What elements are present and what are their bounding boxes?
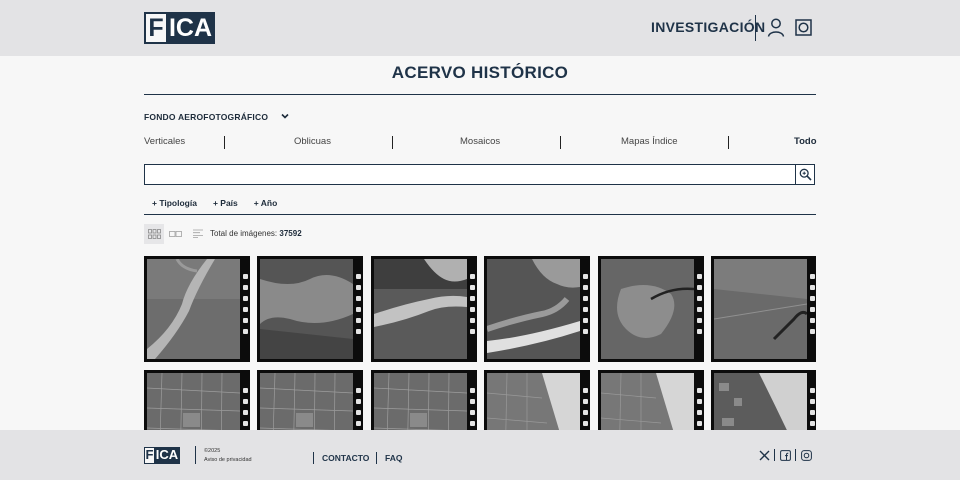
social-divider [774, 449, 775, 461]
privacy-link[interactable]: Aviso de privacidad [204, 456, 252, 465]
search-input[interactable] [145, 165, 795, 184]
header-bar: F ICA INVESTIGACIÓN [0, 0, 960, 56]
film-perforations [243, 274, 248, 340]
tab-verticales[interactable]: Verticales [144, 136, 185, 147]
chevron-down-icon [281, 113, 289, 119]
image-grid [144, 256, 816, 430]
page-title: ACERVO HISTÓRICO [391, 63, 569, 82]
image-thumbnail[interactable] [257, 256, 363, 362]
film-perforations [583, 388, 588, 430]
total-label: Total de imágenes: [210, 229, 278, 238]
logo-f: F [146, 14, 168, 42]
image-thumbnail[interactable] [371, 256, 477, 362]
image-thumbnail[interactable] [371, 370, 477, 430]
fica-logo[interactable]: F ICA [144, 12, 215, 44]
aerial-photo [487, 259, 580, 359]
filters-divider [144, 214, 816, 215]
aerial-photo [601, 259, 694, 359]
aerial-photo [147, 373, 240, 430]
tab-todo[interactable]: Todo [794, 136, 817, 147]
image-thumbnail[interactable] [598, 370, 704, 430]
aerial-photo [714, 259, 807, 359]
image-thumbnail[interactable] [257, 370, 363, 430]
title-divider [144, 94, 816, 95]
tab-divider [392, 136, 393, 149]
footer-logo-f: F [145, 447, 155, 463]
total-images: Total de imágenes: 37592 [210, 229, 302, 238]
grid-view-button[interactable] [144, 224, 164, 244]
footer-divider [313, 452, 314, 464]
image-thumbnail[interactable] [144, 370, 250, 430]
tab-divider [560, 136, 561, 149]
aerial-photo [260, 373, 353, 430]
contact-link[interactable]: CONTACTO [322, 453, 369, 463]
search-button[interactable] [795, 164, 815, 185]
nav-investigacion[interactable]: INVESTIGACIÓN [651, 19, 765, 35]
film-perforations [470, 274, 475, 340]
image-thumbnail[interactable] [711, 256, 816, 362]
aerial-photo [487, 373, 580, 430]
strip-view-icon[interactable] [169, 229, 182, 239]
footer-divider [376, 452, 377, 464]
image-thumbnail[interactable] [484, 370, 590, 430]
total-count: 37592 [279, 229, 302, 238]
aerial-photo [260, 259, 353, 359]
film-perforations [583, 274, 588, 340]
image-thumbnail[interactable] [711, 370, 816, 430]
film-perforations [697, 274, 702, 340]
faq-link[interactable]: FAQ [385, 453, 402, 463]
fondo-label: FONDO AEROFOTOGRÁFICO [144, 112, 269, 122]
social-links [758, 449, 812, 461]
aerial-photo [601, 373, 694, 430]
user-icon[interactable] [767, 18, 785, 37]
category-tabs: Verticales Oblicuas Mosaicos Mapas Índic… [144, 136, 817, 150]
film-perforations [810, 274, 815, 340]
search-icon [799, 168, 812, 181]
aerial-photo [714, 373, 807, 430]
tab-divider [728, 136, 729, 149]
logo-ica: ICA [168, 14, 213, 42]
film-perforations [470, 388, 475, 430]
film-perforations [810, 388, 815, 430]
filter-pais[interactable]: + País [213, 198, 238, 208]
filter-bar: + Tipología + País + Año [152, 198, 277, 208]
facebook-icon[interactable] [779, 449, 791, 461]
instagram-icon[interactable] [800, 449, 812, 461]
image-thumbnail[interactable] [144, 256, 250, 362]
footer-divider [195, 446, 196, 464]
aerial-photo [374, 373, 467, 430]
social-divider [795, 449, 796, 461]
film-perforations [243, 388, 248, 430]
x-icon[interactable] [758, 449, 770, 461]
aerial-photo [374, 259, 467, 359]
footer-legal: ©2025 Aviso de privacidad [204, 447, 252, 465]
search-bar [144, 164, 815, 185]
image-thumbnail[interactable] [598, 256, 704, 362]
film-perforations [697, 388, 702, 430]
copyright: ©2025 [204, 448, 221, 454]
collection-icon[interactable] [795, 19, 812, 36]
tab-mapas-indice[interactable]: Mapas Índice [621, 136, 678, 147]
tab-oblicuas[interactable]: Oblicuas [294, 136, 331, 147]
tab-mosaicos[interactable]: Mosaicos [460, 136, 500, 147]
tab-divider [224, 136, 225, 149]
fondo-dropdown[interactable]: FONDO AEROFOTOGRÁFICO [144, 112, 289, 122]
nav-divider [755, 15, 756, 41]
grid-view-icon [147, 229, 161, 239]
film-perforations [356, 274, 361, 340]
image-thumbnail[interactable] [484, 256, 590, 362]
filter-tipologia[interactable]: + Tipología [152, 198, 197, 208]
aerial-photo [147, 259, 240, 359]
footer-logo[interactable]: F ICA [144, 447, 180, 464]
filter-ano[interactable]: + Año [254, 198, 278, 208]
film-perforations [356, 388, 361, 430]
list-view-icon[interactable] [193, 229, 203, 238]
footer-logo-ica: ICA [155, 447, 179, 463]
